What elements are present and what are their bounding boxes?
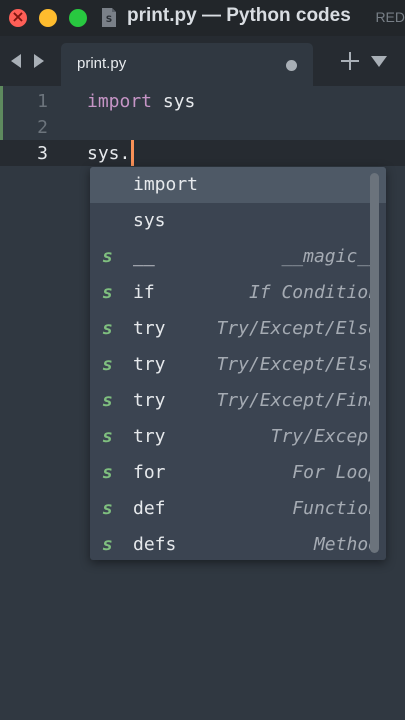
close-icon[interactable] [9,7,27,27]
autocomplete-popup[interactable]: import sys s __ __magic__ s if If Condit… [90,167,386,560]
completion-annotation: Try/Except/Fina [216,390,379,411]
completion-trigger: try [133,390,166,411]
window-title: print.py — Python codes [127,5,351,26]
completion-trigger: def [133,498,166,519]
minimize-icon[interactable] [39,9,57,27]
line-number: 2 [37,117,48,138]
snippet-icon: s [102,246,113,267]
snippet-icon: s [102,426,113,447]
completion-trigger: for [133,462,166,483]
tab-label: print.py [77,55,127,72]
completion-annotation: Try/Except/Else [216,318,379,339]
code-line[interactable]: sys. [87,143,130,164]
completion-item[interactable]: s try Try/Except/Fina [90,383,386,419]
completion-item[interactable]: s def Function [90,491,386,527]
completion-trigger: sys [133,210,166,231]
line-number: 3 [37,143,48,164]
completion-item[interactable]: s try Try/Except/Else [90,347,386,383]
title-bar: S print.py — Python codes RED [0,0,405,36]
completion-annotation: Try/Except/Else [216,354,379,375]
completion-annotation: Function [292,498,379,519]
snippet-icon: s [102,462,113,483]
snippet-icon: s [102,282,113,303]
snippet-icon: s [102,390,113,411]
completion-trigger: try [133,318,166,339]
window-title-tail: RED [375,9,405,25]
line-number: 1 [37,91,48,112]
completion-trigger: defs [133,534,177,555]
completion-annotation: If Condition [248,282,379,303]
snippet-icon: s [102,498,113,519]
current-line-highlight [0,140,405,166]
completion-annotation: Try/Except [270,426,379,447]
completion-item[interactable]: s try Try/Except [90,419,386,455]
code-line[interactable]: import sys [87,91,195,112]
completion-item[interactable]: sys [90,203,386,239]
completion-annotation: Method [313,534,379,555]
snippet-icon: s [102,534,113,555]
completion-item[interactable]: s if If Condition [90,275,386,311]
chevron-down-icon[interactable] [371,56,387,67]
completion-trigger: try [133,426,166,447]
completion-trigger: __ [133,246,155,267]
python-file-icon: S [102,8,116,27]
completion-annotation: __magic__ [281,246,379,267]
completion-item[interactable]: s defs Method [90,527,386,560]
completion-annotation: For Loop [292,462,379,483]
completion-item[interactable]: s for For Loop [90,455,386,491]
code-keyword: import [87,91,153,112]
snippet-icon: s [102,318,113,339]
popup-scrollbar[interactable] [370,173,379,553]
unsaved-dot-icon[interactable] [286,60,297,71]
svg-text:S: S [106,15,112,25]
completion-trigger: try [133,354,166,375]
completion-item[interactable]: s try Try/Except/Else [90,311,386,347]
arrow-right-icon[interactable] [34,54,44,68]
code-text: sys [152,91,196,112]
text-caret [131,140,134,166]
plus-icon[interactable] [341,52,359,70]
snippet-icon: s [102,354,113,375]
completion-trigger: if [133,282,155,303]
tab-print-py[interactable]: print.py [61,43,313,86]
completion-item[interactable]: import [90,167,386,203]
completion-trigger: import [133,174,199,195]
zoom-icon[interactable] [69,9,87,27]
completion-item[interactable]: s __ __magic__ [90,239,386,275]
arrow-left-icon[interactable] [11,54,21,68]
code-text: sys. [87,143,131,164]
